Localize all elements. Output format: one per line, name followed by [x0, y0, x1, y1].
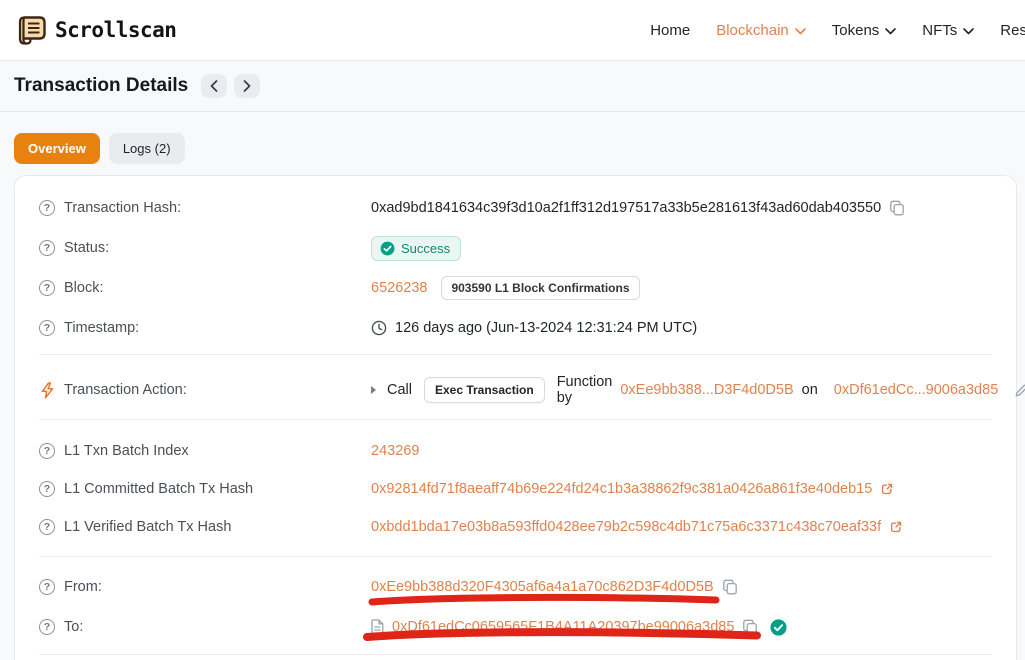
- nav-resources[interactable]: Resources: [1000, 22, 1025, 39]
- pencil-icon: [1015, 384, 1025, 396]
- section-divider: [39, 556, 992, 557]
- nav-nfts[interactable]: NFTs: [922, 22, 975, 39]
- transaction-action-label: Transaction Action:: [64, 382, 187, 398]
- clock-icon: [371, 320, 387, 336]
- copy-icon: [722, 579, 737, 595]
- status-label: Status:: [64, 240, 110, 256]
- row-transaction-action: Transaction Action: Call Exec Transactio…: [39, 370, 1025, 410]
- nav-tokens[interactable]: Tokens: [832, 22, 897, 39]
- section-divider: [39, 654, 992, 655]
- row-l1-committed-hash: ? L1 Committed Batch Tx Hash 0x92814fd71…: [39, 470, 992, 508]
- main-nav: Home Blockchain Tokens NFTs Resources: [650, 22, 1025, 39]
- row-block: ? Block: 6526238 903590 L1 Block Confirm…: [39, 268, 992, 308]
- help-icon[interactable]: ?: [39, 579, 55, 595]
- timestamp-label: Timestamp:: [64, 320, 140, 336]
- l1-committed-hash-label: L1 Committed Batch Tx Hash: [64, 481, 254, 497]
- external-link-icon[interactable]: [889, 520, 903, 534]
- page-title: Transaction Details: [14, 75, 189, 96]
- row-l1-verified-hash: ? L1 Verified Batch Tx Hash 0xbdd1bda17e…: [39, 508, 992, 546]
- check-circle-icon: [380, 241, 395, 255]
- chevron-down-icon: [963, 27, 975, 34]
- l1-batch-index-label: L1 Txn Batch Index: [64, 443, 189, 459]
- lightning-icon: [41, 381, 54, 399]
- help-icon[interactable]: ?: [39, 240, 55, 256]
- on-text: on: [801, 382, 818, 398]
- to-label: To:: [64, 619, 84, 635]
- nav-home[interactable]: Home: [650, 22, 690, 39]
- timestamp-value: 126 days ago (Jun-13-2024 12:31:24 PM UT…: [395, 320, 698, 336]
- chevron-down-icon: [794, 27, 806, 34]
- help-icon[interactable]: ?: [39, 619, 55, 635]
- top-header: Scrollscan Home Blockchain Tokens NFTs R…: [0, 0, 1025, 61]
- nav-blockchain[interactable]: Blockchain: [716, 22, 806, 39]
- help-icon[interactable]: ?: [39, 443, 55, 459]
- help-icon[interactable]: ?: [39, 280, 55, 296]
- help-icon[interactable]: ?: [39, 481, 55, 497]
- from-address-link[interactable]: 0xEe9bb388d320F4305af6a4a1a70c862D3F4d0D…: [371, 579, 714, 595]
- contract-icon: [371, 619, 384, 635]
- caret-right-icon: [371, 386, 376, 394]
- help-icon[interactable]: ?: [39, 200, 55, 216]
- to-address-link[interactable]: 0xDf61edCc0659565F1B4A11A20397be99006a3d…: [392, 619, 734, 635]
- copy-to-address-button[interactable]: [742, 619, 758, 635]
- l1-verified-hash-link[interactable]: 0xbdd1bda17e03b8a593ffd0428ee79b2c598c4d…: [371, 519, 881, 535]
- copy-transaction-hash-button[interactable]: [889, 200, 905, 216]
- row-l1-batch-index: ? L1 Txn Batch Index 243269: [39, 432, 992, 470]
- function-by-text: Function by: [556, 374, 613, 406]
- action-from-address-link[interactable]: 0xEe9bb388...D3F4d0D5B: [620, 382, 793, 398]
- row-status: ? Status: Success: [39, 228, 992, 268]
- chevron-left-icon: [210, 80, 218, 92]
- scrollscan-logo[interactable]: Scrollscan: [14, 14, 177, 47]
- page-header: Transaction Details: [0, 61, 1025, 112]
- action-to-address-link[interactable]: 0xDf61edCc...9006a3d85: [834, 382, 998, 398]
- status-badge: Success: [371, 235, 462, 261]
- external-link-icon[interactable]: [880, 482, 894, 496]
- verified-check-icon: [770, 618, 787, 636]
- detail-tabs: Overview Logs (2): [14, 133, 1011, 164]
- copy-from-address-button[interactable]: [722, 579, 738, 595]
- section-divider: [39, 354, 992, 355]
- l1-verified-hash-label: L1 Verified Batch Tx Hash: [64, 519, 232, 535]
- tab-logs[interactable]: Logs (2): [108, 133, 185, 164]
- chevron-right-icon: [243, 80, 251, 92]
- l1-batch-index-link[interactable]: 243269: [371, 443, 419, 459]
- copy-icon: [743, 619, 758, 635]
- help-icon[interactable]: ?: [39, 320, 55, 336]
- method-badge: Exec Transaction: [423, 377, 545, 403]
- l1-committed-hash-link[interactable]: 0x92814fd71f8aeaff74b69e224fd24c1b3a3886…: [371, 481, 872, 497]
- help-icon[interactable]: ?: [39, 519, 55, 535]
- block-label: Block:: [64, 280, 104, 296]
- block-confirmations-badge: 903590 L1 Block Confirmations: [441, 276, 640, 300]
- previous-transaction-button[interactable]: [201, 74, 228, 98]
- transaction-hash-value: 0xad9bd1841634c39f3d10a2f1ff312d197517a3…: [371, 200, 882, 216]
- tab-overview[interactable]: Overview: [14, 133, 100, 164]
- row-to: ? To: 0xDf61edCc0659565F1B4A11A20397be99…: [39, 607, 992, 647]
- row-from: ? From: 0xEe9bb388d320F4305af6a4a1a70c86…: [39, 567, 992, 607]
- block-number-link[interactable]: 6526238: [371, 280, 427, 296]
- section-divider: [39, 419, 992, 420]
- row-timestamp: ? Timestamp: 126 days ago (Jun-13-2024 1…: [39, 308, 992, 348]
- chevron-down-icon: [885, 27, 897, 34]
- from-label: From:: [64, 579, 102, 595]
- status-text: Success: [401, 240, 451, 256]
- brand-name: Scrollscan: [55, 18, 177, 42]
- copy-icon: [890, 200, 905, 216]
- next-transaction-button[interactable]: [234, 74, 261, 98]
- transaction-details-card: ? Transaction Hash: 0xad9bd1841634c39f3d…: [14, 175, 1025, 660]
- transaction-hash-label: Transaction Hash:: [64, 200, 182, 216]
- edit-action-button[interactable]: [1014, 383, 1025, 398]
- scroll-icon: [14, 14, 48, 47]
- row-transaction-hash: ? Transaction Hash: 0xad9bd1841634c39f3d…: [39, 188, 992, 228]
- action-call-text: Call: [387, 382, 412, 398]
